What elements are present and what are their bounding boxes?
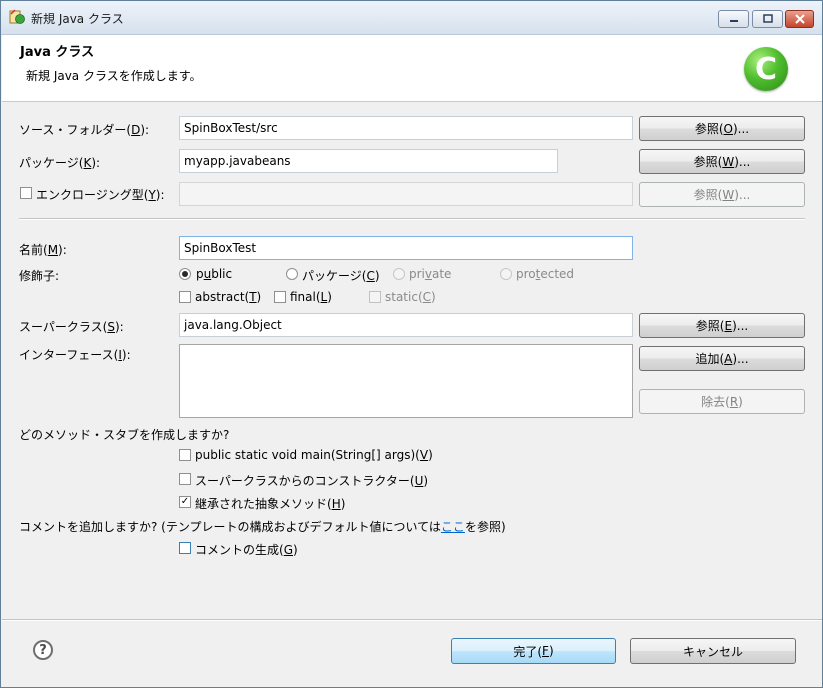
inherited-abstract-methods-label: 継承された抽象メソッド(H) <box>195 497 346 511</box>
static-label: static(C) <box>385 290 436 304</box>
class-name-input[interactable]: SpinBoxTest <box>179 236 633 260</box>
separator <box>19 218 805 220</box>
close-icon <box>794 14 805 24</box>
java-class-logo-icon: C <box>744 47 788 91</box>
radio-public-label: public <box>196 267 233 281</box>
finish-button[interactable]: 完了(F) <box>451 638 616 664</box>
comments-question: コメントを追加しますか? (テンプレートの構成およびデフォルト値についてはここを… <box>19 520 506 534</box>
radio-protected[interactable] <box>500 268 512 280</box>
generate-comments-label: コメントの生成(G) <box>195 543 298 557</box>
help-icon[interactable]: ? <box>33 640 53 660</box>
radio-package[interactable] <box>286 268 298 280</box>
comments-settings-link[interactable]: ここ <box>441 520 465 534</box>
generate-comments-checkbox[interactable] <box>179 542 191 554</box>
interfaces-remove-button[interactable]: 除去(R) <box>639 389 805 414</box>
cancel-button[interactable]: キャンセル <box>630 638 796 664</box>
method-stubs-question: どのメソッド・スタブを作成しますか? <box>19 428 230 442</box>
enclosing-type-checkbox[interactable] <box>20 187 32 199</box>
window-title: 新規 Java クラス <box>31 12 124 26</box>
superclass-label: スーパークラス(S): <box>19 320 124 334</box>
radio-private[interactable] <box>393 268 405 280</box>
enclosing-type-browse-button[interactable]: 参照(W)... <box>639 182 805 207</box>
superclass-field[interactable]: java.lang.Object <box>179 313 633 337</box>
radio-protected-label: protected <box>516 267 575 281</box>
minimize-button[interactable] <box>718 10 749 28</box>
source-folder-label: ソース・フォルダー(D): <box>19 123 150 137</box>
java-class-icon <box>9 9 25 24</box>
radio-selected-dot <box>182 271 188 277</box>
constructors-label: スーパークラスからのコンストラクター(U) <box>195 474 429 488</box>
source-folder-field[interactable]: SpinBoxTest/src <box>179 116 633 140</box>
close-button[interactable] <box>785 10 814 28</box>
main-method-checkbox[interactable] <box>179 449 191 461</box>
source-folder-browse-button[interactable]: 参照(O)... <box>639 116 805 141</box>
interfaces-add-button[interactable]: 追加(A)... <box>639 346 805 371</box>
radio-package-label: パッケージ(C) <box>302 269 380 283</box>
radio-public[interactable] <box>179 268 191 280</box>
minimize-icon <box>729 20 738 22</box>
final-checkbox[interactable] <box>274 291 286 303</box>
name-label: 名前(M): <box>19 243 67 257</box>
package-label: パッケージ(K): <box>19 156 101 170</box>
footer-separator <box>2 619 822 621</box>
title-bar: 新規 Java クラス <box>1 1 822 35</box>
final-label: final(L) <box>290 290 332 304</box>
enclosing-type-field[interactable] <box>179 182 633 206</box>
maximize-button[interactable] <box>752 10 783 28</box>
checkmark-icon: ✓ <box>180 496 190 507</box>
wizard-header: Java クラス 新規 Java クラスを作成します。 C <box>2 35 822 102</box>
superclass-browse-button[interactable]: 参照(E)... <box>639 313 805 338</box>
inherited-abstract-methods-checkbox[interactable]: ✓ <box>179 496 191 508</box>
package-browse-button[interactable]: 参照(W)... <box>639 149 805 174</box>
package-field[interactable]: myapp.javabeans <box>179 149 558 173</box>
static-checkbox[interactable] <box>369 291 381 303</box>
constructors-checkbox[interactable] <box>179 473 191 485</box>
dialog-window: 新規 Java クラス Java クラス 新規 Java クラスを作成します。 … <box>0 0 823 688</box>
radio-private-label: private <box>409 267 452 281</box>
modifiers-label: 修飾子: <box>19 269 60 283</box>
enclosing-type-label: エンクロージング型(Y): <box>36 188 165 202</box>
maximize-icon <box>762 14 773 23</box>
main-method-label: public static void main(String[] args)(V… <box>195 448 433 462</box>
interfaces-list[interactable] <box>179 344 633 418</box>
page-description: 新規 Java クラスを作成します。 <box>26 69 202 83</box>
interfaces-label: インターフェース(I): <box>19 348 131 362</box>
abstract-label: abstract(T) <box>195 290 262 304</box>
abstract-checkbox[interactable] <box>179 291 191 303</box>
page-title: Java クラス <box>20 45 95 60</box>
